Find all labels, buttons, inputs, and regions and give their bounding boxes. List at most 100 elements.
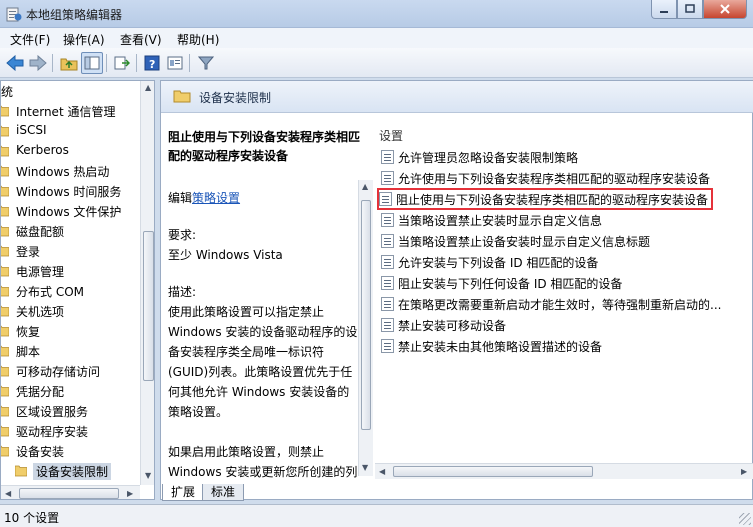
title-bar: 本地组策略编辑器 xyxy=(0,0,753,28)
maximize-button[interactable] xyxy=(677,0,703,19)
requirements-value: 至少 Windows Vista xyxy=(168,248,283,262)
tree-hscroll-thumb[interactable] xyxy=(19,488,119,499)
scroll-down-icon: ▼ xyxy=(145,471,152,480)
edit-policy-link[interactable]: 策略设置 xyxy=(192,191,240,205)
folder-icon xyxy=(1,265,9,277)
help-button[interactable]: ? xyxy=(141,52,163,74)
status-text: 10 个设置 xyxy=(4,511,60,525)
tree-scroll-thumb[interactable] xyxy=(143,231,154,381)
window-title: 本地组策略编辑器 xyxy=(26,8,123,22)
menu-view[interactable]: 查看(V) xyxy=(120,31,162,48)
description-panel: 阻止使用与下列设备安装程序类相匹配的驱动程序安装设备 编辑策略设置 要求: 至少… xyxy=(161,114,373,484)
tree-item-label: 磁盘配额 xyxy=(16,225,65,239)
policy-setting-icon xyxy=(381,150,394,164)
setting-label: 当策略设置禁止设备安装时显示自定义信息标题 xyxy=(398,235,651,249)
description-scroll-thumb[interactable] xyxy=(361,200,371,430)
window-controls xyxy=(651,0,747,19)
forward-button[interactable] xyxy=(27,52,49,74)
column-header-setting[interactable]: 设置 xyxy=(379,127,403,144)
tree-item-label: 分布式 COM xyxy=(16,285,84,299)
setting-row[interactable]: 禁止安装可移动设备 xyxy=(379,315,751,335)
tree-item-label: 凭据分配 xyxy=(16,385,65,399)
folder-icon xyxy=(1,105,9,117)
tree-item-label: Internet 通信管理 xyxy=(16,105,116,119)
tree-item-label: 区域设置服务 xyxy=(16,405,89,419)
requirements-label: 要求: xyxy=(168,228,197,242)
tab-extended[interactable]: 扩展 xyxy=(162,484,205,501)
settings-hscroll-thumb[interactable] xyxy=(393,466,593,477)
tree-horizontal-scrollbar[interactable]: ◀ ▶ xyxy=(1,485,140,499)
description-scrollbar[interactable]: ▲ ▼ xyxy=(358,180,373,476)
details-header-title: 设备安装限制 xyxy=(199,91,272,105)
tree-item-label: Windows 文件保护 xyxy=(16,205,122,219)
folder-icon xyxy=(1,385,9,397)
policy-setting-icon xyxy=(381,276,394,290)
toolbar-separator xyxy=(106,54,107,72)
folder-icon xyxy=(1,405,9,417)
settings-horizontal-scrollbar[interactable]: ◀ ▶ xyxy=(375,463,753,479)
toolbar-separator xyxy=(189,54,190,72)
folder-icon xyxy=(1,225,9,237)
properties-button[interactable] xyxy=(164,52,186,74)
tree-item-label: 恢复 xyxy=(16,325,41,339)
menu-action[interactable]: 操作(A) xyxy=(63,31,105,48)
policy-setting-icon xyxy=(381,234,394,248)
policy-setting-icon xyxy=(381,213,394,227)
close-icon xyxy=(720,4,730,14)
scroll-right-icon: ▶ xyxy=(741,467,748,476)
setting-label: 当策略设置禁止安装时显示自定义信息 xyxy=(398,214,603,228)
tree-item-label: 电源管理 xyxy=(16,265,65,279)
folder-icon xyxy=(1,445,9,457)
toolbar-separator xyxy=(136,54,137,72)
scroll-right-icon: ▶ xyxy=(127,489,134,498)
scroll-left-icon: ◀ xyxy=(5,489,12,498)
properties-icon xyxy=(167,56,183,70)
requirements: 要求: 至少 Windows Vista xyxy=(168,225,283,265)
svg-text:?: ? xyxy=(149,58,155,71)
tree-vertical-scrollbar[interactable]: ▲ ▼ xyxy=(140,81,154,485)
show-hide-tree-button[interactable] xyxy=(81,52,103,74)
setting-row[interactable]: 允许安装与下列设备 ID 相匹配的设备 xyxy=(379,252,751,272)
setting-row[interactable]: 允许使用与下列设备安装程序类相匹配的驱动程序安装设备 xyxy=(379,168,751,188)
setting-row[interactable]: 禁止安装未由其他策略设置描述的设备 xyxy=(379,336,751,356)
setting-row[interactable]: 允许管理员忽略设备安装限制策略 xyxy=(379,147,751,167)
help-icon: ? xyxy=(144,55,160,71)
menu-help[interactable]: 帮助(H) xyxy=(177,31,219,48)
setting-row[interactable]: 当策略设置禁止安装时显示自定义信息 xyxy=(379,210,751,230)
folder-icon xyxy=(1,305,9,317)
view-tabs: 扩展 标准 xyxy=(160,484,360,502)
close-button[interactable] xyxy=(703,0,747,19)
edit-policy-line: 编辑策略设置 xyxy=(168,189,240,206)
policy-setting-icon xyxy=(381,339,394,353)
setting-row[interactable]: 阻止安装与下列任何设备 ID 相匹配的设备 xyxy=(379,273,751,293)
description-body: 描述: 使用此策略设置可以指定禁止 Windows 安装的设备驱动程序的设备安装… xyxy=(168,282,358,484)
tree-item-label: Kerberos xyxy=(16,143,69,157)
setting-row-highlighted[interactable]: 阻止使用与下列设备安装程序类相匹配的驱动程序安装设备 xyxy=(377,188,713,210)
setting-label: 允许安装与下列设备 ID 相匹配的设备 xyxy=(398,256,599,270)
tree-item-label: 可移动存储访问 xyxy=(16,365,101,379)
resize-grip-icon[interactable] xyxy=(739,513,751,525)
setting-label: 禁止安装未由其他策略设置描述的设备 xyxy=(398,340,603,354)
minimize-button[interactable] xyxy=(651,0,677,19)
details-header: 设备安装限制 xyxy=(161,81,753,113)
filter-button[interactable] xyxy=(195,52,217,74)
setting-row[interactable]: 当策略设置禁止设备安装时显示自定义信息标题 xyxy=(379,231,751,251)
tree-item-label: 脚本 xyxy=(16,345,41,359)
tree-item-label: 驱动程序安装 xyxy=(16,425,89,439)
menu-file[interactable]: 文件(F) xyxy=(10,31,50,48)
up-folder-button[interactable] xyxy=(58,52,80,74)
setting-label: 允许管理员忽略设备安装限制策略 xyxy=(398,151,579,165)
setting-row[interactable]: 在策略更改需要重新启动才能生效时，等待强制重新启动的... xyxy=(379,294,751,314)
scroll-down-icon: ▼ xyxy=(362,463,369,472)
folder-icon xyxy=(1,425,9,437)
setting-label: 允许使用与下列设备安装程序类相匹配的驱动程序安装设备 xyxy=(398,172,711,186)
export-list-button[interactable] xyxy=(111,52,133,74)
tree-item-label: 登录 xyxy=(16,245,41,259)
folder-icon xyxy=(1,185,9,197)
back-button[interactable] xyxy=(4,52,26,74)
tree-item-label: 设备安装限制 xyxy=(33,463,112,480)
tree-item-label: iSCSI xyxy=(16,123,47,137)
tab-standard[interactable]: 标准 xyxy=(202,484,245,501)
restore-icon xyxy=(685,4,695,13)
console-tree-icon xyxy=(84,56,100,70)
